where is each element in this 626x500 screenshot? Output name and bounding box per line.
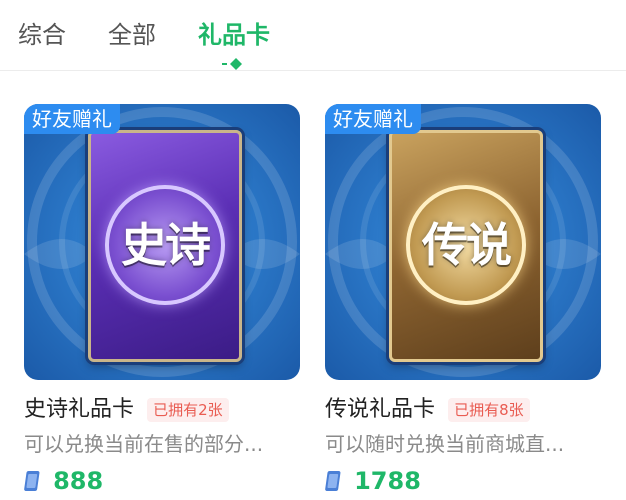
owned-count-badge: 已拥有2张 — [147, 398, 229, 422]
price: 888 — [53, 467, 104, 495]
gift-card-item-legend[interactable]: 好友赠礼 传说 传说礼品卡 已拥有8张 可以随时兑换当前商城直... 1788 — [325, 104, 601, 495]
tab-gift-card[interactable]: 礼品卡 — [198, 18, 270, 52]
coupon-icon — [325, 471, 341, 491]
card-title: 传说礼品卡 — [325, 397, 436, 422]
active-tab-indicator — [222, 58, 242, 70]
card-thumbnail[interactable]: 好友赠礼 史诗 — [24, 104, 300, 380]
friend-gift-badge: 好友赠礼 — [325, 104, 421, 134]
tab-general[interactable]: 综合 — [18, 18, 66, 52]
owned-count-badge: 已拥有8张 — [448, 398, 530, 422]
card-description: 可以随时兑换当前商城直... — [325, 432, 565, 456]
epic-card-artwork: 史诗 — [88, 130, 242, 362]
card-thumbnail[interactable]: 好友赠礼 传说 — [325, 104, 601, 380]
emblem-text: 史诗 — [121, 218, 211, 272]
legend-emblem: 传说 — [406, 185, 526, 305]
coupon-icon — [24, 471, 40, 491]
card-title: 史诗礼品卡 — [24, 397, 135, 422]
emblem-text: 传说 — [422, 218, 512, 272]
tab-bar: 综合 全部 礼品卡 — [0, 0, 626, 71]
price: 1788 — [354, 467, 421, 495]
friend-gift-badge: 好友赠礼 — [24, 104, 120, 134]
epic-emblem: 史诗 — [105, 185, 225, 305]
gift-card-item-epic[interactable]: 好友赠礼 史诗 史诗礼品卡 已拥有2张 可以兑换当前在售的部分... 888 — [24, 104, 300, 495]
tab-all[interactable]: 全部 — [108, 18, 156, 52]
legend-card-artwork: 传说 — [389, 130, 543, 362]
card-description: 可以兑换当前在售的部分... — [24, 432, 264, 456]
